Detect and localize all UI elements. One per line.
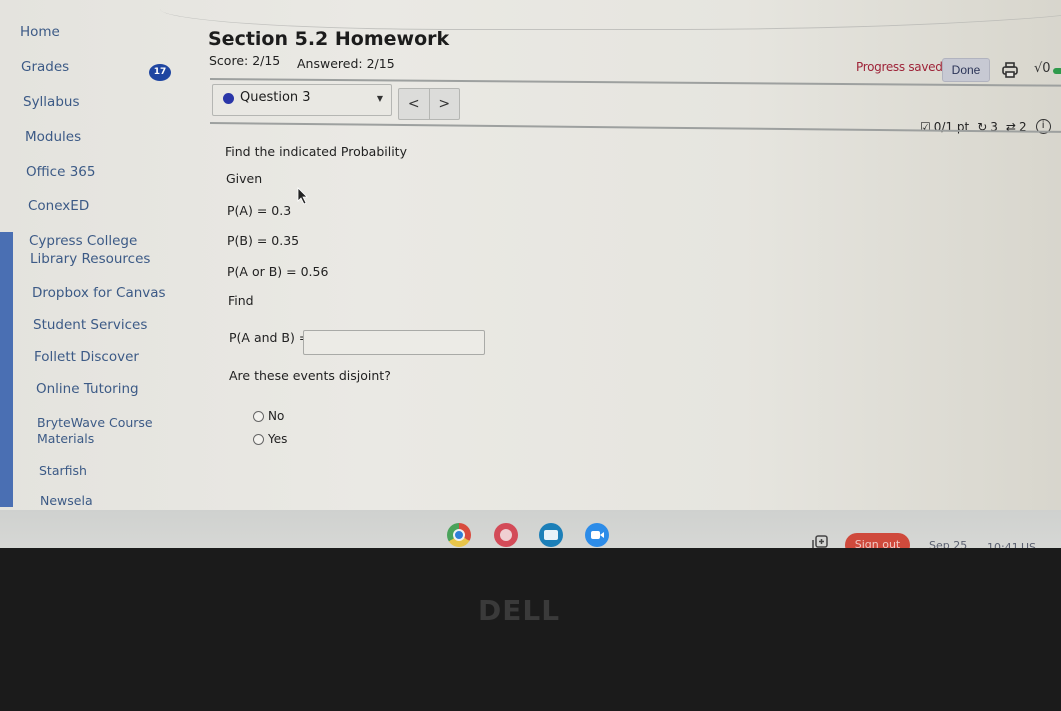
math-toggle-indicator[interactable] xyxy=(1053,68,1061,74)
next-question-button[interactable]: > xyxy=(428,89,460,119)
time-text[interactable]: 10:41 xyxy=(987,541,1019,548)
grades-badge: 17 xyxy=(149,64,171,81)
previous-question-button[interactable]: < xyxy=(399,89,429,119)
nav-starfish[interactable]: Starfish xyxy=(39,462,87,479)
radio-no[interactable]: No xyxy=(253,409,284,423)
p-a-and-b-input[interactable] xyxy=(303,330,485,355)
answer-label: P(A and B) = xyxy=(229,330,310,345)
nav-syllabus[interactable]: Syllabus xyxy=(23,94,80,111)
nav-office-365[interactable]: Office 365 xyxy=(26,164,95,181)
laptop-bezel xyxy=(0,548,1061,711)
canvas-icon[interactable] xyxy=(494,523,518,547)
assignment-title: Section 5.2 Homework xyxy=(208,28,450,50)
nav-modules[interactable]: Modules xyxy=(25,129,81,146)
given-pb: P(B) = 0.35 xyxy=(227,233,300,248)
locale-text[interactable]: US xyxy=(1021,541,1036,548)
screen: Home Grades 17 Syllabus Modules Office 3… xyxy=(0,0,1061,548)
find-label: Find xyxy=(228,293,254,308)
nav-dropbox-for-canvas[interactable]: Dropbox for Canvas xyxy=(32,285,166,302)
question-select[interactable]: Question 3 ▼ xyxy=(212,84,392,116)
question-select-value: Question 3 xyxy=(240,90,311,105)
given-label: Given xyxy=(226,171,263,186)
date-text[interactable]: Sep 25 xyxy=(929,539,967,548)
nav-library-resources[interactable]: Library Resources xyxy=(30,251,150,268)
radio-circle[interactable] xyxy=(253,410,264,422)
nav-brytewave[interactable]: BryteWave Course xyxy=(37,414,153,431)
disjoint-question: Are these events disjoint? xyxy=(229,368,391,383)
mouse-pointer-icon xyxy=(297,187,309,209)
question-status-dot xyxy=(223,93,234,104)
zoom-icon[interactable] xyxy=(585,523,609,547)
nav-grades[interactable]: Grades xyxy=(21,59,69,76)
nav-student-services[interactable]: Student Services xyxy=(33,317,147,334)
nav-cypress-college[interactable]: Cypress College xyxy=(29,233,137,250)
chrome-icon[interactable] xyxy=(447,523,471,547)
nav-home[interactable]: Home xyxy=(20,24,60,41)
classroom-icon[interactable] xyxy=(539,523,563,547)
print-icon[interactable] xyxy=(1001,61,1019,79)
radio-no-label: No xyxy=(268,409,285,423)
sign-out-button[interactable]: Sign out xyxy=(845,533,910,548)
screen-glare xyxy=(160,0,1061,30)
checkbox-edit-icon: ☑ xyxy=(920,119,931,134)
radio-yes[interactable]: Yes xyxy=(253,432,287,446)
progress-status: Progress saved xyxy=(856,60,943,74)
nav-follett-discover[interactable]: Follett Discover xyxy=(34,349,139,366)
score-text: Score: 2/15 xyxy=(209,53,281,68)
radio-circle[interactable] xyxy=(253,433,264,445)
math-palette-icon[interactable]: √0 xyxy=(1034,61,1051,76)
question-nav-buttons: < > xyxy=(398,88,460,120)
radio-yes-label: Yes xyxy=(268,432,288,446)
nav-conexed[interactable]: ConexED xyxy=(28,198,89,215)
screen-capture-icon[interactable] xyxy=(812,535,828,548)
answered-text: Answered: 2/15 xyxy=(297,56,395,71)
nav-online-tutoring[interactable]: Online Tutoring xyxy=(36,381,139,398)
dell-logo: DELL xyxy=(478,594,561,627)
chevron-down-icon: ▼ xyxy=(376,94,383,103)
nav-brytewave-materials[interactable]: Materials xyxy=(37,430,94,447)
given-pa-or-b: P(A or B) = 0.56 xyxy=(227,264,329,279)
course-nav: Home Grades 17 Syllabus Modules Office 3… xyxy=(0,0,200,510)
given-pa: P(A) = 0.3 xyxy=(227,203,292,218)
done-button[interactable]: Done xyxy=(942,58,990,82)
nav-newsela[interactable]: Newsela xyxy=(40,492,93,509)
question-prompt: Find the indicated Probability xyxy=(225,144,407,159)
